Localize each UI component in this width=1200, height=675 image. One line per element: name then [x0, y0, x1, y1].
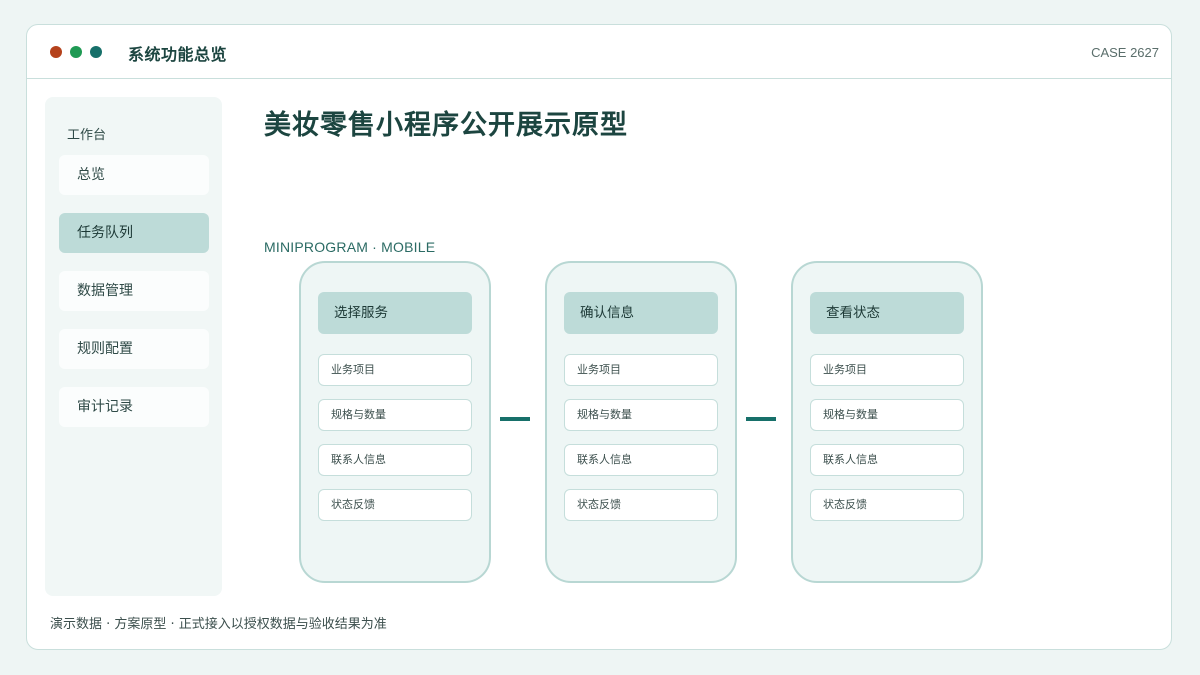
- platform-label: MINIPROGRAM · MOBILE: [264, 239, 436, 255]
- phone-field-status-feedback[interactable]: 状态反馈: [810, 489, 964, 521]
- sidebar: 工作台 总览 任务队列 数据管理 规则配置 审计记录: [45, 97, 222, 596]
- case-id-label: CASE 2627: [1091, 45, 1159, 60]
- footer-disclaimer: 演示数据 · 方案原型 · 正式接入以授权数据与验收结果为准: [50, 617, 387, 632]
- sidebar-item-task-queue[interactable]: 任务队列: [59, 213, 209, 253]
- phone-mockup-view-status: 查看状态 业务项目 规格与数量 联系人信息 状态反馈: [791, 261, 983, 583]
- phone-field-contact-info[interactable]: 联系人信息: [564, 444, 718, 476]
- phone-header: 查看状态: [810, 292, 964, 334]
- window-maximize-dot[interactable]: [90, 46, 102, 58]
- phone-mockup-select-service: 选择服务 业务项目 规格与数量 联系人信息 状态反馈: [299, 261, 491, 583]
- phone-field-spec-quantity[interactable]: 规格与数量: [810, 399, 964, 431]
- sidebar-item-rule-config[interactable]: 规则配置: [59, 329, 209, 369]
- phone-field-contact-info[interactable]: 联系人信息: [810, 444, 964, 476]
- phone-header: 选择服务: [318, 292, 472, 334]
- phone-field-business-item[interactable]: 业务项目: [564, 354, 718, 386]
- window-minimize-dot[interactable]: [70, 46, 82, 58]
- phone-field-status-feedback[interactable]: 状态反馈: [564, 489, 718, 521]
- title-bar: 系统功能总览 CASE 2627: [27, 25, 1171, 79]
- app-window: 系统功能总览 CASE 2627 工作台 总览 任务队列 数据管理 规则配置 审…: [26, 24, 1172, 650]
- page-title: 美妆零售小程序公开展示原型: [264, 110, 628, 141]
- phone-field-contact-info[interactable]: 联系人信息: [318, 444, 472, 476]
- phone-header: 确认信息: [564, 292, 718, 334]
- phone-field-spec-quantity[interactable]: 规格与数量: [318, 399, 472, 431]
- phone-mockup-confirm-info: 确认信息 业务项目 规格与数量 联系人信息 状态反馈: [545, 261, 737, 583]
- app-title: 系统功能总览: [128, 45, 228, 64]
- flow-connector: [500, 417, 530, 421]
- phone-field-business-item[interactable]: 业务项目: [810, 354, 964, 386]
- sidebar-heading: 工作台: [67, 128, 107, 143]
- phone-field-business-item[interactable]: 业务项目: [318, 354, 472, 386]
- sidebar-item-data-management[interactable]: 数据管理: [59, 271, 209, 311]
- phone-field-spec-quantity[interactable]: 规格与数量: [564, 399, 718, 431]
- window-close-dot[interactable]: [50, 46, 62, 58]
- flow-connector: [746, 417, 776, 421]
- sidebar-item-audit-log[interactable]: 审计记录: [59, 387, 209, 427]
- sidebar-item-overview[interactable]: 总览: [59, 155, 209, 195]
- phone-field-status-feedback[interactable]: 状态反馈: [318, 489, 472, 521]
